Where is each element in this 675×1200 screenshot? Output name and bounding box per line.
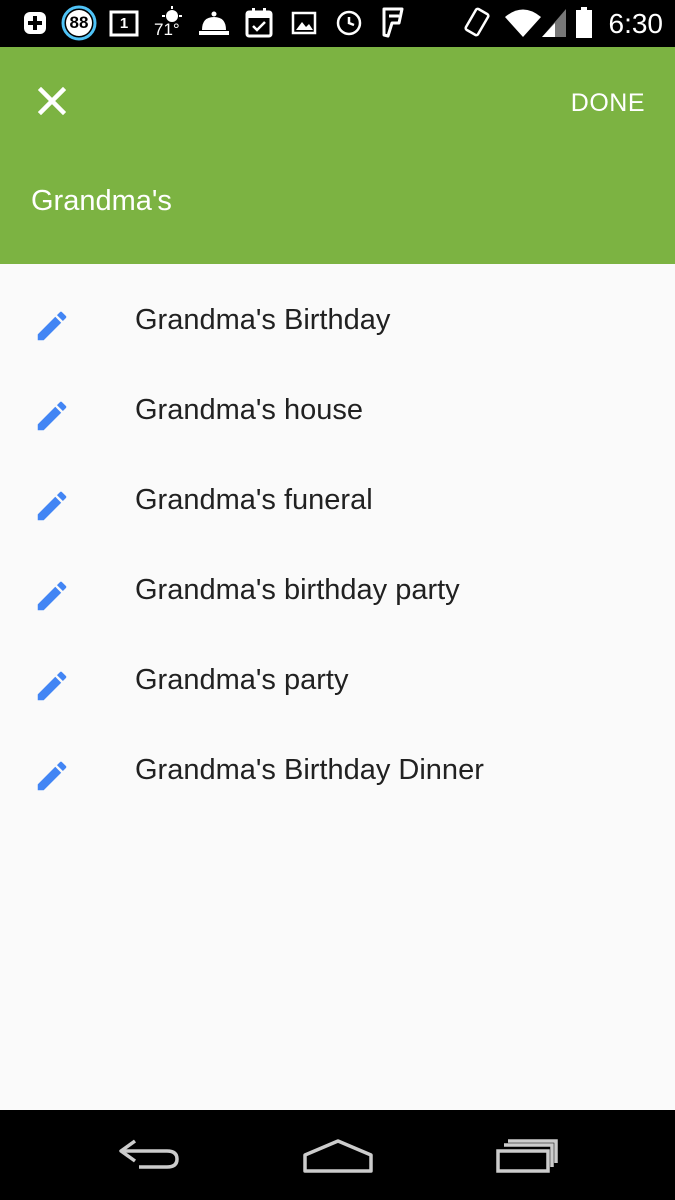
close-button[interactable] — [22, 75, 82, 127]
list-item[interactable]: Grandma's party — [0, 624, 675, 714]
pencil-icon[interactable] — [33, 667, 71, 705]
pencil-icon[interactable] — [33, 397, 71, 435]
close-icon — [38, 87, 66, 115]
pencil-icon[interactable] — [33, 577, 71, 615]
pencil-icon[interactable] — [33, 487, 71, 525]
calendar-check-icon — [243, 6, 275, 40]
done-button[interactable]: DONE — [571, 83, 645, 123]
recents-button[interactable] — [478, 1130, 578, 1180]
calendar-1-icon: 1 — [108, 6, 140, 40]
badge-88-icon: 88 — [60, 5, 98, 41]
pencil-icon[interactable] — [33, 307, 71, 345]
rotate-icon — [462, 6, 494, 40]
list-item-label: Grandma's Birthday Dinner — [135, 754, 484, 786]
weather-icon: 71° — [152, 6, 188, 40]
recents-icon — [496, 1139, 558, 1173]
search-query[interactable]: Grandma's — [31, 185, 172, 218]
add-box-icon — [20, 6, 50, 40]
list-item[interactable]: Grandma's Birthday Dinner — [0, 714, 675, 804]
home-icon — [303, 1139, 373, 1173]
pencil-icon[interactable] — [33, 757, 71, 795]
list-item[interactable]: Grandma's house — [0, 354, 675, 444]
list-item-label: Grandma's house — [135, 394, 363, 426]
back-icon — [119, 1139, 179, 1169]
back-button[interactable] — [100, 1130, 200, 1180]
navigation-bar — [0, 1110, 675, 1200]
bell-icon — [196, 6, 232, 40]
suggestion-list: Grandma's Birthday Grandma's house Grand… — [0, 264, 675, 804]
clock-icon — [333, 6, 365, 40]
list-item-label: Grandma's birthday party — [135, 574, 460, 606]
status-bar: 88 1 71° 6:30 — [0, 0, 675, 47]
home-button[interactable] — [288, 1130, 388, 1180]
list-item[interactable]: Grandma's Birthday — [0, 264, 675, 354]
image-icon — [289, 6, 319, 40]
list-item[interactable]: Grandma's birthday party — [0, 534, 675, 624]
list-item-label: Grandma's party — [135, 664, 349, 696]
list-item[interactable]: Grandma's funeral — [0, 444, 675, 534]
list-item-label: Grandma's Birthday — [135, 304, 391, 336]
signal-icon — [540, 6, 568, 40]
clock-time: 6:30 — [608, 8, 664, 39]
foursquare-icon — [378, 6, 408, 40]
wifi-icon — [503, 6, 543, 40]
list-item-label: Grandma's funeral — [135, 484, 373, 516]
battery-icon — [572, 6, 596, 40]
app-bar: DONE Grandma's — [0, 47, 675, 264]
